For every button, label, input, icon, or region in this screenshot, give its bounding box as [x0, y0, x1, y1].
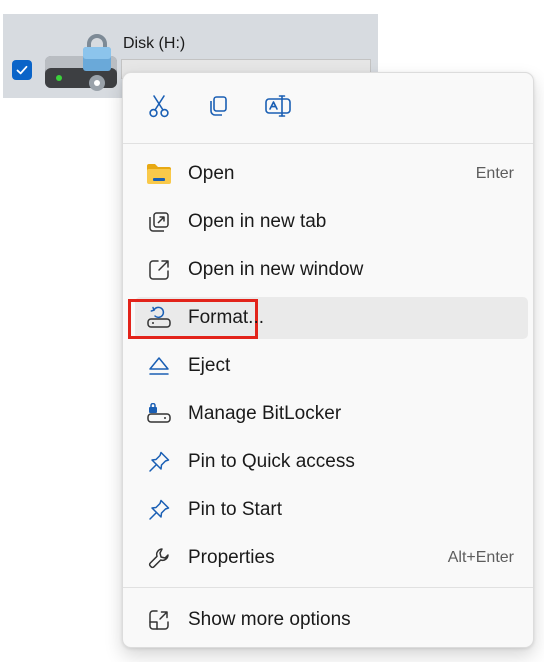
menu-item-label: Open in new tab: [188, 211, 327, 232]
menu-item-pin-to-start[interactable]: Pin to Start: [135, 489, 528, 531]
copy-button[interactable]: [201, 91, 235, 125]
copy-icon: [205, 93, 231, 124]
menu-item-label: Properties: [188, 547, 275, 568]
menu-separator: [123, 143, 533, 144]
new-window-icon: [146, 258, 172, 282]
menu-item-format[interactable]: Format...: [128, 297, 528, 339]
new-tab-icon: [146, 210, 172, 234]
quick-actions-row: [123, 73, 533, 143]
folder-icon: [146, 162, 172, 186]
menu-item-label: Format...: [188, 307, 265, 328]
menu-item-label: Open: [188, 163, 235, 184]
menu-item-shortcut: Alt+Enter: [447, 549, 514, 566]
pin-icon: [146, 498, 172, 522]
cut-button[interactable]: [142, 91, 176, 125]
menu-item-shortcut: Enter: [475, 165, 514, 182]
drive-name: Disk (H:): [123, 35, 186, 52]
menu-separator: [123, 587, 533, 588]
menu-item-pin-to-quick-access[interactable]: Pin to Quick access: [135, 441, 528, 483]
eject-icon: [146, 354, 172, 378]
menu-item-open-in-new-window[interactable]: Open in new window: [135, 249, 528, 291]
wrench-icon: [146, 546, 172, 570]
menu-item-label: Pin to Quick access: [188, 451, 355, 472]
locked-hard-drive-icon: [43, 34, 119, 94]
menu-item-label: Pin to Start: [188, 499, 282, 520]
menu-item-label: Open in new window: [188, 259, 364, 280]
rename-icon: [264, 93, 292, 124]
menu-item-show-more-options[interactable]: Show more options: [135, 599, 528, 641]
menu-item-eject[interactable]: Eject: [135, 345, 528, 387]
show-more-icon: [146, 608, 172, 632]
menu-item-label: Manage BitLocker: [188, 403, 342, 424]
format-drive-icon: [146, 306, 172, 330]
context-menu: Open Enter Open in new tab Open in new w…: [122, 72, 534, 648]
menu-item-label: Eject: [188, 355, 231, 376]
menu-item-open[interactable]: Open Enter: [135, 153, 528, 195]
bitlocker-drive-icon: [146, 402, 172, 426]
pin-icon: [146, 450, 172, 474]
menu-item-label: Show more options: [188, 609, 351, 630]
rename-button[interactable]: [261, 91, 295, 125]
menu-item-properties[interactable]: Properties Alt+Enter: [135, 537, 528, 579]
menu-item-manage-bitlocker[interactable]: Manage BitLocker: [135, 393, 528, 435]
checkbox-checked-icon[interactable]: [12, 60, 32, 80]
menu-item-open-in-new-tab[interactable]: Open in new tab: [135, 201, 528, 243]
scissors-icon: [146, 93, 172, 124]
